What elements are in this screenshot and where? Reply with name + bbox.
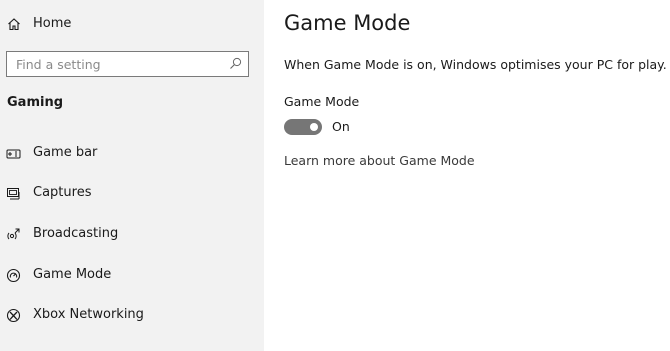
sidebar: Home Gaming Game bar [0,0,264,351]
sidebar-item-label: Game Mode [33,267,112,282]
sidebar-item-label: Xbox Networking [33,307,144,322]
sidebar-item-captures[interactable]: Captures [0,178,264,208]
broadcasting-icon [6,227,21,242]
section-title: Gaming [7,95,64,110]
learn-more-link[interactable]: Learn more about Game Mode [284,152,475,170]
toggle-knob [310,123,318,131]
home-nav-item[interactable]: Home [0,10,264,38]
captures-icon [6,186,21,201]
sidebar-item-game-bar[interactable]: Game bar [0,138,264,168]
settings-window: Home Gaming Game bar [0,0,670,351]
game-mode-setting-label: Game Mode [284,94,360,109]
sidebar-item-game-mode[interactable]: Game Mode [0,260,264,290]
home-icon [7,17,21,31]
search-input[interactable] [16,55,216,73]
game-bar-icon [6,146,21,161]
xbox-icon [6,308,21,323]
game-mode-toggle[interactable] [284,119,322,135]
page-title: Game Mode [284,11,411,35]
sidebar-item-xbox-networking[interactable]: Xbox Networking [0,300,264,330]
sidebar-item-label: Captures [33,185,92,200]
search-box[interactable] [6,51,249,77]
page-description: When Game Mode is on, Windows optimises … [284,57,667,72]
sidebar-item-label: Game bar [33,145,98,160]
game-mode-icon [6,268,21,283]
search-icon[interactable] [229,57,242,70]
sidebar-item-label: Broadcasting [33,226,119,241]
sidebar-item-broadcasting[interactable]: Broadcasting [0,219,264,249]
home-label: Home [33,16,72,31]
toggle-state-label: On [332,119,350,134]
main-content: Game Mode When Game Mode is on, Windows … [264,0,670,351]
